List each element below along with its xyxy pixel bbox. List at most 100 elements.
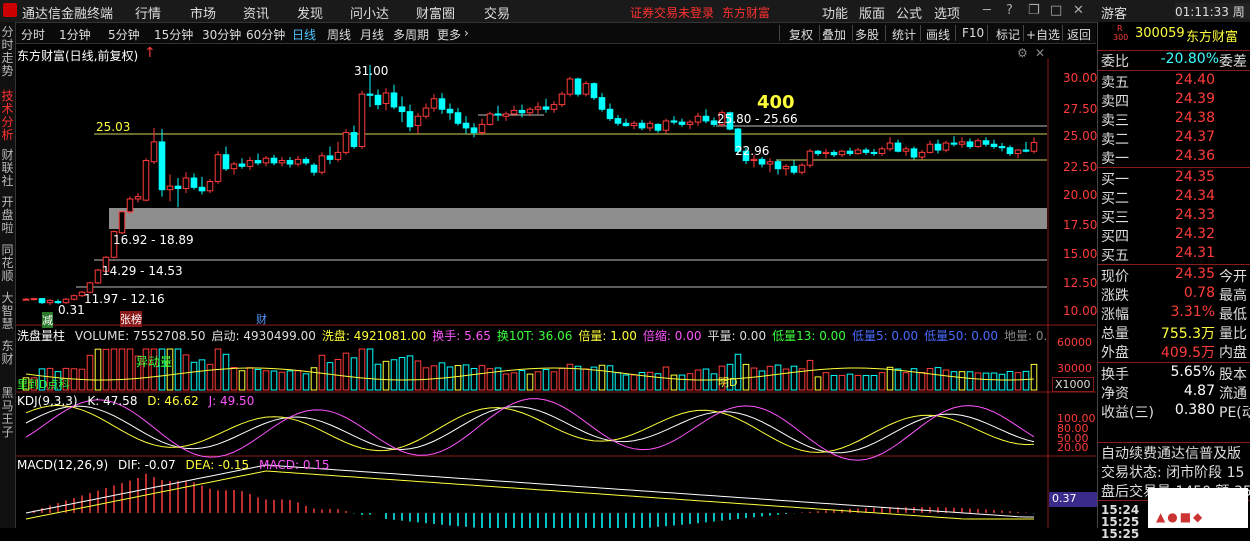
tab-heima[interactable]: 黑马王子 [0,387,15,441]
candle-body [326,155,334,160]
menu-item-news[interactable]: 资讯 [243,3,269,22]
period-5min[interactable]: 5分钟 [108,26,140,43]
tab-dongcai[interactable]: 东财 [0,340,15,368]
tab-technical-analysis[interactable]: 技术分析 [0,90,15,142]
macd-indicator-name[interactable]: MACD(12,26,9) [17,458,108,472]
tag-finance[interactable]: 财 [256,311,267,327]
volume-indicator-name[interactable]: 洗盘量柱 [17,329,65,343]
back-button[interactable]: 返回 [1067,26,1091,43]
menu-item-wealth-circle[interactable]: 财富圈 [416,3,455,22]
menu-item-discover[interactable]: 发现 [297,3,323,22]
label-zone2: 14.29 - 14.53 [102,264,183,278]
help-icon[interactable]: ? [1006,3,1013,18]
volume-bar [918,371,926,391]
period-monthly[interactable]: 月线 [360,26,384,43]
app-title: 通达信金融终端 [22,7,114,22]
menu-item-formula[interactable]: 公式 [896,3,922,22]
promo-row[interactable]: 自动续费通达信普及版 [1098,442,1250,462]
menu-item-layout[interactable]: 版面 [859,3,885,22]
volume-bar [806,359,814,391]
volume-bar [278,371,286,391]
login-notice[interactable]: 证券交易未登录 [630,4,714,21]
broker-name[interactable]: 东方财富 [722,4,770,21]
period-15min[interactable]: 15分钟 [154,26,193,43]
bid-level-row[interactable]: 买二 24.34 [1098,188,1250,207]
tool-statistics-button[interactable]: 统计 [892,26,916,43]
tab-cls[interactable]: 财联社 [0,149,15,189]
menu-item-ask[interactable]: 问小达 [350,3,389,22]
candle-body [542,106,550,110]
tag-zhangbang[interactable]: 张榜 [120,311,142,327]
volume-bar [710,373,718,391]
menu-item-function[interactable]: 功能 [822,3,848,22]
tool-overlay-button[interactable]: 叠加 [822,26,846,43]
bid-level-row[interactable]: 买四 24.32 [1098,226,1250,245]
period-timeshare[interactable]: 分时 [21,26,45,43]
ask-price: 24.38 [1174,110,1215,126]
candle-body [294,158,302,165]
menu-item-options[interactable]: 选项 [934,3,960,22]
tool-adjust-button[interactable]: 复权 [789,26,813,43]
volume-bar [958,371,966,391]
y-tick: 22.50 [1063,160,1098,174]
tab-dzh[interactable]: 大智慧 [0,292,15,332]
candle-body [518,109,526,114]
ask-level-row[interactable]: 卖一 24.36 [1098,148,1250,167]
candle-body [150,141,158,163]
menu-item-trade[interactable]: 交易 [484,3,510,22]
candle-body [846,150,854,155]
stat-label: 外盘 [1101,345,1129,361]
candle-body [878,148,886,155]
tab-timeshare[interactable]: 分时走势 [0,26,15,78]
candle-body [166,185,174,191]
candle-body [990,143,998,148]
minimize-icon[interactable]: ─ [983,3,991,18]
candle-body [390,92,398,108]
candle-body [1022,149,1030,152]
candle-body [646,122,654,129]
ask-level-row[interactable]: 卖五 24.40 [1098,72,1250,91]
period-60min[interactable]: 60分钟 [246,26,285,43]
settings-icon[interactable]: ⚙ [1017,46,1028,60]
bid-level-row[interactable]: 买一 24.35 [1098,169,1250,188]
restore-icon[interactable]: ❐ [1028,3,1040,18]
chart-canvas[interactable] [16,44,1096,528]
ad-banner[interactable]: ▲●■◆ [1148,488,1248,528]
period-1min[interactable]: 1分钟 [59,26,91,43]
period-daily[interactable]: 日线 [292,26,316,43]
ask-level-row[interactable]: 卖二 24.37 [1098,129,1250,148]
ask-level-row[interactable]: 卖四 24.39 [1098,91,1250,110]
bid-level-row[interactable]: 买五 24.31 [1098,245,1250,264]
tab-ths[interactable]: 同花顺 [0,244,15,284]
tool-f10-button[interactable]: F10 [962,26,984,40]
volume-bar [94,348,102,391]
tag-reduce[interactable]: 减 [42,312,53,328]
volume-bar [606,365,614,391]
menu-item-market[interactable]: 市场 [190,3,216,22]
close-icon[interactable]: ✕ [1073,3,1084,18]
period-weekly[interactable]: 周线 [327,26,351,43]
period-multi[interactable]: 多周期 [393,26,429,43]
chevron-right-icon[interactable]: › [464,26,469,40]
tool-mark-button[interactable]: 标记 [996,26,1020,43]
bid-level-row[interactable]: 买三 24.33 [1098,207,1250,226]
panel-close-icon[interactable]: ✕ [1035,46,1045,60]
menu-item-quotes[interactable]: 行情 [135,3,161,22]
add-watchlist-button[interactable]: +自选 [1026,26,1060,43]
kdj-indicator-name[interactable]: KDJ(9,3,3) [17,394,78,408]
user-name[interactable]: 游客 [1101,3,1127,22]
ask-level-row[interactable]: 卖三 24.38 [1098,110,1250,129]
period-more[interactable]: 更多 [437,26,461,43]
toolbar-divider [1023,25,1024,41]
candle-body [822,151,830,155]
period-30min[interactable]: 30分钟 [202,26,241,43]
tab-kaipanla[interactable]: 开盘啦 [0,196,15,236]
tick-time: 15:25 [1101,527,1140,541]
volume-bar [774,364,782,391]
tool-multi-stock-button[interactable]: 多股 [855,26,879,43]
tool-draw-line-button[interactable]: 画线 [926,26,950,43]
volume-bar [374,363,382,391]
volume-bar [518,370,526,391]
promo-text[interactable]: 自动续费通达信普及版 [1101,443,1241,462]
maximize-icon[interactable]: □ [1050,3,1062,18]
